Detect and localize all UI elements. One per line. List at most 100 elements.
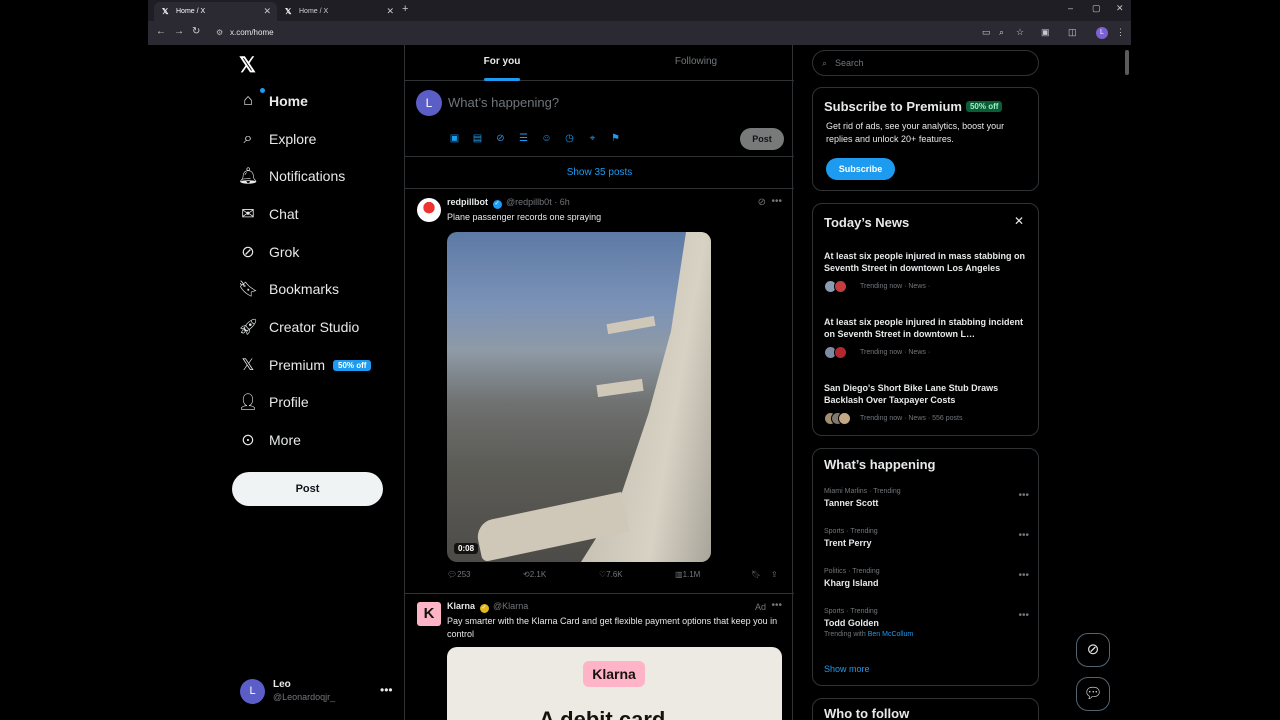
trend-name: Kharg Island: [824, 578, 879, 588]
sidebar-icon[interactable]: ◫: [1068, 27, 1077, 38]
bell-icon: 🔔︎: [238, 168, 259, 185]
messages-fab-button[interactable]: 💬︎: [1076, 677, 1110, 711]
address-bar[interactable]: ⚙ x.com/home: [210, 24, 1030, 42]
nav-profile[interactable]: 👤︎ Profile: [238, 387, 403, 417]
tab-label: For you: [483, 56, 521, 67]
trend-context: Sports · Trending: [824, 528, 878, 535]
site-info-icon[interactable]: ⚙: [216, 24, 223, 42]
tweet-header: redpillbot ✓ @redpillb0t · 6h: [447, 197, 570, 209]
left-navigation: 𝕏 ⌂ Home ⌕ Explore 🔔︎ Notifications ✉ Ch…: [230, 45, 400, 720]
emoji-icon[interactable]: ☺: [540, 133, 553, 144]
gif-icon[interactable]: ▤: [471, 133, 484, 144]
show-new-posts[interactable]: Show 35 posts: [405, 157, 794, 189]
repost-button[interactable]: ⟲ 2.1K: [523, 570, 546, 579]
star-icon[interactable]: ☆: [1016, 27, 1024, 38]
tweet-text: Plane passenger records one spraying: [447, 212, 602, 222]
search-input[interactable]: ⌕ Search: [812, 50, 1039, 76]
grok-fab-button[interactable]: ⊘: [1076, 633, 1110, 667]
trend-with-link[interactable]: Ben McCollum: [868, 631, 914, 638]
nav-creator-studio[interactable]: 🚀︎ Creator Studio: [238, 312, 403, 342]
author-handle[interactable]: @redpillb0t: [506, 197, 552, 207]
subscribe-button[interactable]: Subscribe: [826, 158, 895, 180]
browser-profile-avatar[interactable]: L: [1096, 27, 1108, 39]
close-window-icon[interactable]: ✕: [1116, 3, 1124, 14]
browser-tab-1[interactable]: 𝕏 Home / X ✕: [154, 2, 277, 21]
ad-headline: A debit card: [539, 707, 666, 720]
location-icon[interactable]: ⌖: [586, 133, 599, 144]
author-handle[interactable]: @Klarna: [493, 601, 528, 611]
reply-button[interactable]: 💬︎ 253: [447, 570, 471, 579]
account-switcher[interactable]: L Leo @Leonardoqjr_ •••: [240, 677, 400, 707]
tab-following[interactable]: Following: [599, 45, 793, 81]
nav-home[interactable]: ⌂ Home: [238, 86, 403, 116]
nav-explore[interactable]: ⌕ Explore: [238, 124, 403, 154]
promoted-tweet[interactable]: K Klarna ✓ @Klarna Ad ••• Pay smarter wi…: [405, 594, 794, 720]
new-tab-icon[interactable]: +: [402, 3, 408, 15]
more-horizontal-icon[interactable]: •••: [1018, 530, 1029, 541]
tab-for-you[interactable]: For you: [405, 45, 599, 81]
ad-card[interactable]: Klarna A debit card: [447, 647, 782, 720]
tweet-time[interactable]: · 6h: [554, 197, 570, 207]
grok-icon[interactable]: ⊘: [494, 133, 507, 144]
more-horizontal-icon[interactable]: •••: [1018, 490, 1029, 501]
schedule-icon[interactable]: ◷: [563, 133, 576, 144]
nav-more[interactable]: ⊙ More: [238, 425, 403, 455]
reload-icon[interactable]: ↻: [192, 26, 200, 37]
trend-item[interactable]: Politics · Trending Kharg Island •••: [824, 568, 1029, 588]
news-item[interactable]: At least six people injured in mass stab…: [824, 250, 1034, 293]
nav-chat[interactable]: ✉ Chat: [238, 199, 403, 229]
close-tab-icon[interactable]: ✕: [386, 2, 394, 21]
poll-icon[interactable]: ☰: [517, 133, 530, 144]
trend-item[interactable]: Sports · Trending Trent Perry •••: [824, 528, 1029, 548]
news-item[interactable]: San Diego's Short Bike Lane Stub Draws B…: [824, 382, 1034, 425]
extensions-icon[interactable]: ▣: [1041, 27, 1050, 38]
back-icon[interactable]: ←: [156, 26, 166, 37]
more-horizontal-icon[interactable]: •••: [1018, 610, 1029, 621]
tweet-text: Pay smarter with the Klarna Card and get…: [447, 616, 778, 639]
avatar[interactable]: K: [417, 602, 441, 626]
bookmark-icon[interactable]: 🔖︎: [751, 570, 761, 579]
news-avatars: [824, 280, 852, 293]
close-tab-icon[interactable]: ✕: [263, 2, 271, 21]
more-horizontal-icon[interactable]: •••: [1018, 570, 1029, 581]
show-more-link[interactable]: Show more: [824, 664, 870, 674]
flag-icon[interactable]: ⚑: [609, 133, 622, 144]
x-icon: 𝕏: [241, 357, 255, 374]
maximize-icon[interactable]: ▢: [1092, 3, 1101, 14]
tweet[interactable]: redpillbot ✓ @redpillb0t · 6h ⊘ ••• Plan…: [405, 190, 794, 594]
browser-tab-2[interactable]: 𝕏 Home / X ✕: [277, 2, 400, 21]
minimize-icon[interactable]: –: [1068, 3, 1073, 13]
browser-menu-icon[interactable]: ⋮: [1116, 27, 1125, 38]
post-button[interactable]: Post: [232, 472, 383, 506]
video-frame: [606, 315, 656, 335]
forward-icon[interactable]: →: [174, 26, 184, 37]
more-horizontal-icon[interactable]: •••: [771, 196, 782, 207]
like-button[interactable]: ♡ 7.6K: [599, 570, 623, 579]
nav-grok[interactable]: ⊘ Grok: [238, 237, 403, 267]
compose-input[interactable]: What’s happening?: [448, 95, 559, 110]
views-button[interactable]: ▥ 1.1M: [675, 570, 700, 579]
right-sidebar: ⌕ Search Subscribe to Premium 50% off Get…: [812, 45, 1040, 720]
author-name[interactable]: Klarna: [447, 601, 475, 611]
grok-icon[interactable]: ⊘: [758, 197, 766, 208]
image-icon[interactable]: ▣: [448, 133, 461, 144]
share-icon[interactable]: ⇪: [771, 570, 778, 579]
trend-item[interactable]: Miami Marlins · Trending Tanner Scott ••…: [824, 488, 1029, 508]
news-headline: At least six people injured in mass stab…: [824, 251, 1026, 273]
trend-item[interactable]: Sports · Trending Todd Golden Trending w…: [824, 608, 1029, 638]
avatar[interactable]: [417, 198, 441, 222]
compose-post-button[interactable]: Post: [740, 128, 784, 150]
more-horizontal-icon[interactable]: •••: [771, 600, 782, 611]
x-logo-icon[interactable]: 𝕏: [239, 53, 256, 78]
author-name[interactable]: redpillbot: [447, 197, 488, 207]
zoom-icon[interactable]: ⌕: [999, 27, 1004, 38]
mail-icon: ✉: [241, 206, 255, 223]
nav-bookmarks[interactable]: 🔖︎ Bookmarks: [238, 274, 403, 304]
nav-notifications[interactable]: 🔔︎ Notifications: [238, 161, 403, 191]
nav-premium[interactable]: 𝕏 Premium 50% off: [238, 350, 403, 380]
tweet-video[interactable]: 0:08: [447, 232, 711, 562]
close-icon[interactable]: ✕: [1014, 214, 1024, 228]
scrollbar[interactable]: [1125, 50, 1129, 75]
cast-icon[interactable]: ▭: [982, 27, 991, 38]
news-item[interactable]: At least six people injured in stabbing …: [824, 316, 1034, 359]
